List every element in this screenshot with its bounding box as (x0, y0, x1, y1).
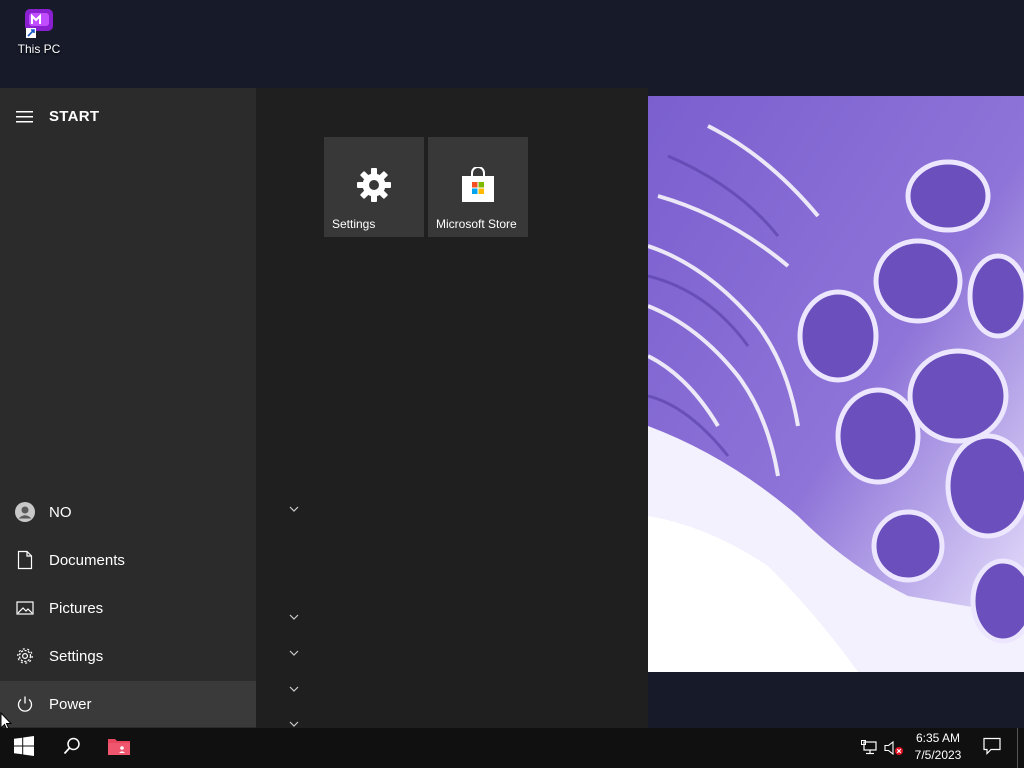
file-explorer-button[interactable] (96, 728, 142, 768)
hamburger-menu-icon[interactable] (16, 110, 34, 124)
group-collapse-chevron-icon[interactable] (286, 503, 302, 515)
system-clock[interactable]: 6:35 AM 7/5/2023 (904, 730, 972, 764)
gear-icon (15, 646, 35, 666)
folder-icon (107, 736, 131, 761)
search-icon (63, 737, 81, 760)
start-menu-sidebar (0, 88, 256, 728)
start-button[interactable] (0, 728, 48, 768)
tile-settings[interactable]: Settings (324, 137, 424, 237)
settings-button[interactable]: Settings (0, 633, 256, 679)
clock-date: 7/5/2023 (914, 748, 962, 762)
group-collapse-chevron-icon[interactable] (286, 611, 302, 623)
this-pc-icon (22, 6, 56, 40)
documents-button[interactable]: Documents (0, 537, 256, 583)
user-avatar-icon (15, 502, 35, 522)
tile-settings-label: Settings (332, 217, 376, 231)
documents-label: Documents (49, 551, 125, 569)
start-menu-title: START (49, 108, 100, 125)
document-icon (15, 550, 35, 570)
notification-icon (983, 737, 1001, 760)
tile-microsoft-store-label: Microsoft Store (436, 217, 517, 231)
windows-logo-icon (14, 735, 34, 761)
store-bag-icon (428, 167, 528, 203)
desktop-icon-this-pc[interactable]: This PC (8, 6, 70, 56)
gear-icon (324, 167, 424, 203)
user-account-button[interactable]: NO (0, 489, 256, 535)
action-center-button[interactable] (978, 728, 1006, 768)
tile-microsoft-store[interactable]: Microsoft Store (428, 137, 528, 237)
pictures-button[interactable]: Pictures (0, 585, 256, 631)
show-desktop-button[interactable] (1017, 728, 1024, 768)
desktop-icon-label: This PC (17, 42, 61, 56)
power-icon (15, 694, 35, 714)
clock-time: 6:35 AM (915, 731, 961, 745)
network-icon[interactable] (858, 728, 882, 768)
power-button[interactable]: Power (0, 681, 256, 727)
volume-muted-icon[interactable] (882, 728, 906, 768)
pictures-icon (15, 598, 35, 618)
search-button[interactable] (48, 728, 96, 768)
pictures-label: Pictures (49, 599, 104, 617)
power-label: Power (49, 695, 92, 713)
group-collapse-chevron-icon[interactable] (286, 647, 302, 659)
user-name: NO (49, 503, 72, 521)
background-image (648, 96, 1024, 672)
group-collapse-chevron-icon[interactable] (286, 683, 302, 695)
settings-label: Settings (49, 647, 104, 665)
